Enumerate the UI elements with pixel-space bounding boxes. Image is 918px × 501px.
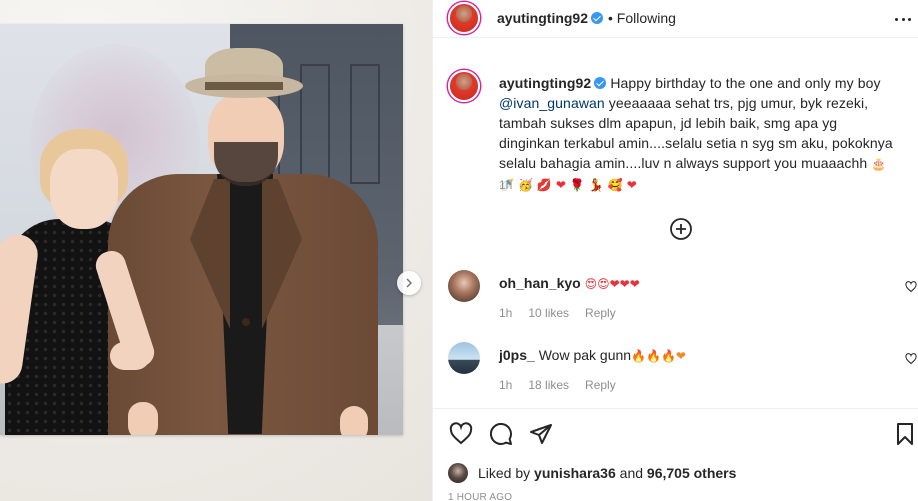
- reply-button[interactable]: Reply: [585, 306, 616, 320]
- heart-icon[interactable]: [905, 353, 917, 365]
- action-bar: [433, 408, 918, 458]
- post-sidebar: ayutingting92 • Following ayutingting92 …: [432, 0, 918, 501]
- following-button[interactable]: Following: [617, 10, 676, 26]
- comment-text: Wow pak gunn: [538, 347, 632, 363]
- comment-emojis: 😍😍❤❤❤: [584, 277, 640, 291]
- heart-icon[interactable]: [449, 422, 473, 446]
- post-media: [0, 0, 432, 501]
- more-horizontal-icon[interactable]: [895, 11, 911, 27]
- bookmark-icon[interactable]: [893, 422, 917, 446]
- liker-username[interactable]: yunishara36: [534, 465, 616, 481]
- commenter-username[interactable]: j0ps_: [499, 347, 535, 363]
- separator-dot: •: [608, 10, 613, 26]
- comment-likes[interactable]: 18 likes: [528, 378, 569, 392]
- send-icon[interactable]: [529, 422, 553, 446]
- comment-icon[interactable]: [489, 422, 513, 446]
- likes-count[interactable]: 96,705 others: [647, 465, 737, 481]
- commenter-username[interactable]: oh_han_kyo: [499, 275, 581, 291]
- plus-circle-icon[interactable]: [669, 217, 693, 241]
- caption-time[interactable]: 1h: [499, 178, 512, 192]
- chevron-right-icon: [406, 278, 413, 288]
- comment-emojis: 🔥🔥🔥❤: [631, 349, 686, 363]
- heart-icon[interactable]: [905, 281, 917, 293]
- comment-time[interactable]: 1h: [499, 378, 512, 392]
- likes-summary: Liked by yunishara36 and 96,705 others: [448, 461, 736, 485]
- post-timestamp[interactable]: 1 HOUR AGO: [448, 492, 512, 501]
- next-photo-button[interactable]: [397, 271, 421, 295]
- caption-text: Happy birthday to the one and only my bo…: [610, 75, 881, 91]
- post-caption: ayutingting92 Happy birthday to the one …: [499, 73, 901, 195]
- commenter-avatar[interactable]: [448, 342, 480, 374]
- verified-badge-icon: [594, 77, 607, 89]
- author-avatar[interactable]: [448, 2, 480, 34]
- post-photo: [0, 24, 403, 435]
- caption-username[interactable]: ayutingting92: [499, 75, 591, 91]
- reply-button[interactable]: Reply: [585, 378, 616, 392]
- comment-time[interactable]: 1h: [499, 306, 512, 320]
- caption-mention-link[interactable]: @ivan_gunawan: [499, 95, 605, 111]
- post-header: ayutingting92 • Following: [433, 0, 918, 38]
- author-username[interactable]: ayutingting92: [497, 10, 588, 26]
- comment-likes[interactable]: 10 likes: [528, 306, 569, 320]
- commenter-avatar[interactable]: [448, 270, 480, 302]
- liker-avatar[interactable]: [448, 463, 468, 483]
- caption-avatar[interactable]: [448, 70, 480, 102]
- liked-by-label: Liked by: [478, 465, 531, 481]
- verified-badge-icon: [591, 12, 604, 24]
- likes-and: and: [619, 465, 644, 481]
